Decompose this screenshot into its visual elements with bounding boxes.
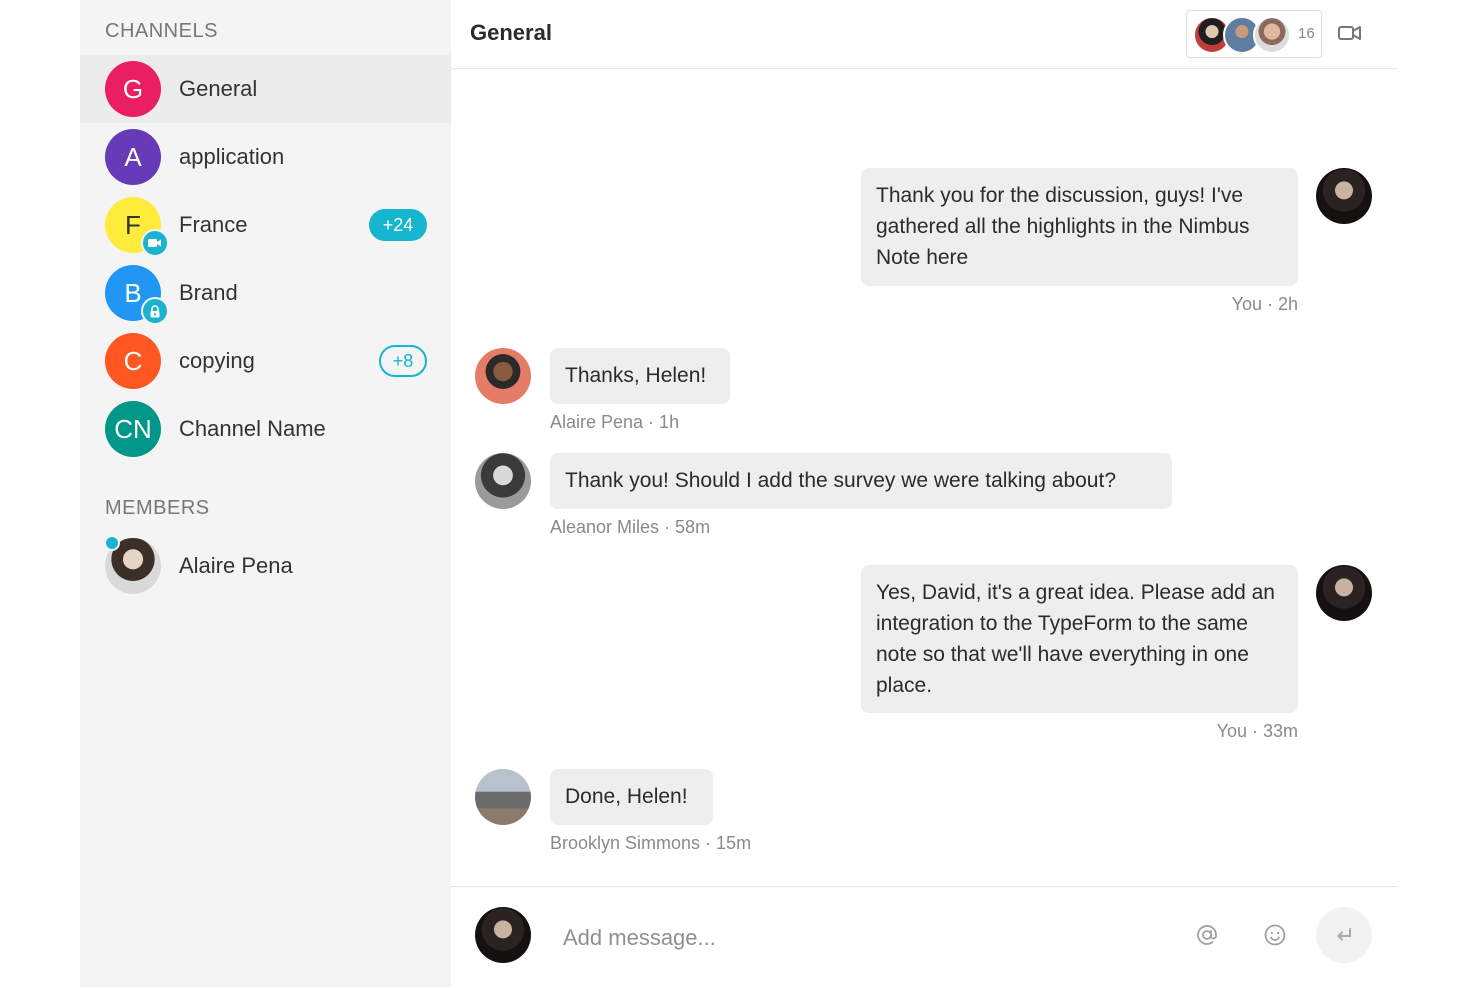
message-bubble: Thanks, Helen!	[550, 348, 730, 404]
message-bubble: Thank you for the discussion, guys! I've…	[861, 168, 1298, 286]
members-heading: MEMBERS	[105, 497, 210, 519]
channel-label: France	[179, 212, 248, 237]
message-meta: You · 33m	[1216, 721, 1298, 741]
avatar	[475, 907, 531, 963]
message-meta: Aleanor Miles · 58m	[550, 517, 711, 537]
online-indicator	[104, 535, 120, 551]
channel-avatar: CN	[105, 401, 161, 457]
channel-label: Brand	[179, 280, 238, 305]
video-icon	[141, 229, 169, 257]
chat-panel: General 16 Thank you for the discussion,…	[451, 0, 1397, 987]
channel-avatar: A	[105, 129, 161, 185]
channel-label: application	[179, 144, 285, 169]
message-meta: You · 2h	[1231, 294, 1298, 314]
channel-item-channel-name[interactable]: CN Channel Name	[80, 395, 451, 463]
avatar	[1253, 16, 1291, 54]
channel-item-copying[interactable]: C copying +8	[80, 327, 451, 395]
avatar	[1316, 168, 1372, 224]
message-meta: Brooklyn Simmons · 15m	[550, 833, 752, 853]
channel-label: Channel Name	[179, 416, 326, 441]
channel-item-brand[interactable]: B Brand	[80, 259, 451, 327]
sidebar: CHANNELS G General A application F Franc…	[80, 0, 451, 987]
unread-badge: +8	[379, 345, 427, 377]
page-title: General	[470, 20, 552, 45]
send-button[interactable]	[1316, 907, 1372, 963]
channel-item-application[interactable]: A application	[80, 123, 451, 191]
channel-label: General	[179, 76, 258, 101]
unread-badge: +24	[369, 209, 427, 241]
video-call-icon[interactable]	[1337, 22, 1363, 44]
enter-icon	[1337, 928, 1351, 941]
message-meta: Alaire Pena · 1h	[550, 412, 680, 432]
channel-avatar: C	[105, 333, 161, 389]
message-bubble: Yes, David, it's a great idea. Please ad…	[861, 565, 1298, 713]
participant-count: 16	[1298, 25, 1315, 42]
mention-icon[interactable]	[1195, 923, 1219, 952]
member-item[interactable]: Alaire Pena	[80, 532, 451, 600]
channels-heading: CHANNELS	[105, 20, 218, 42]
participants-button[interactable]: 16	[1186, 10, 1322, 58]
member-name: Alaire Pena	[179, 553, 293, 578]
avatar	[475, 769, 531, 825]
message-input[interactable]	[561, 912, 1165, 964]
emoji-icon[interactable]	[1263, 923, 1287, 952]
channel-avatar: G	[105, 61, 161, 117]
message-bubble: Thank you! Should I add the survey we we…	[550, 453, 1172, 509]
avatar	[475, 348, 531, 404]
channel-item-general[interactable]: G General	[80, 55, 451, 123]
lock-icon	[141, 297, 169, 325]
avatar	[475, 453, 531, 509]
channel-label: copying	[179, 348, 255, 373]
right-gutter	[1397, 0, 1480, 987]
message-bubble: Done, Helen!	[550, 769, 713, 825]
message-composer	[451, 886, 1397, 988]
avatar	[1316, 565, 1372, 621]
channel-item-france[interactable]: F France +24	[80, 191, 451, 259]
chat-header: General 16	[451, 0, 1397, 69]
